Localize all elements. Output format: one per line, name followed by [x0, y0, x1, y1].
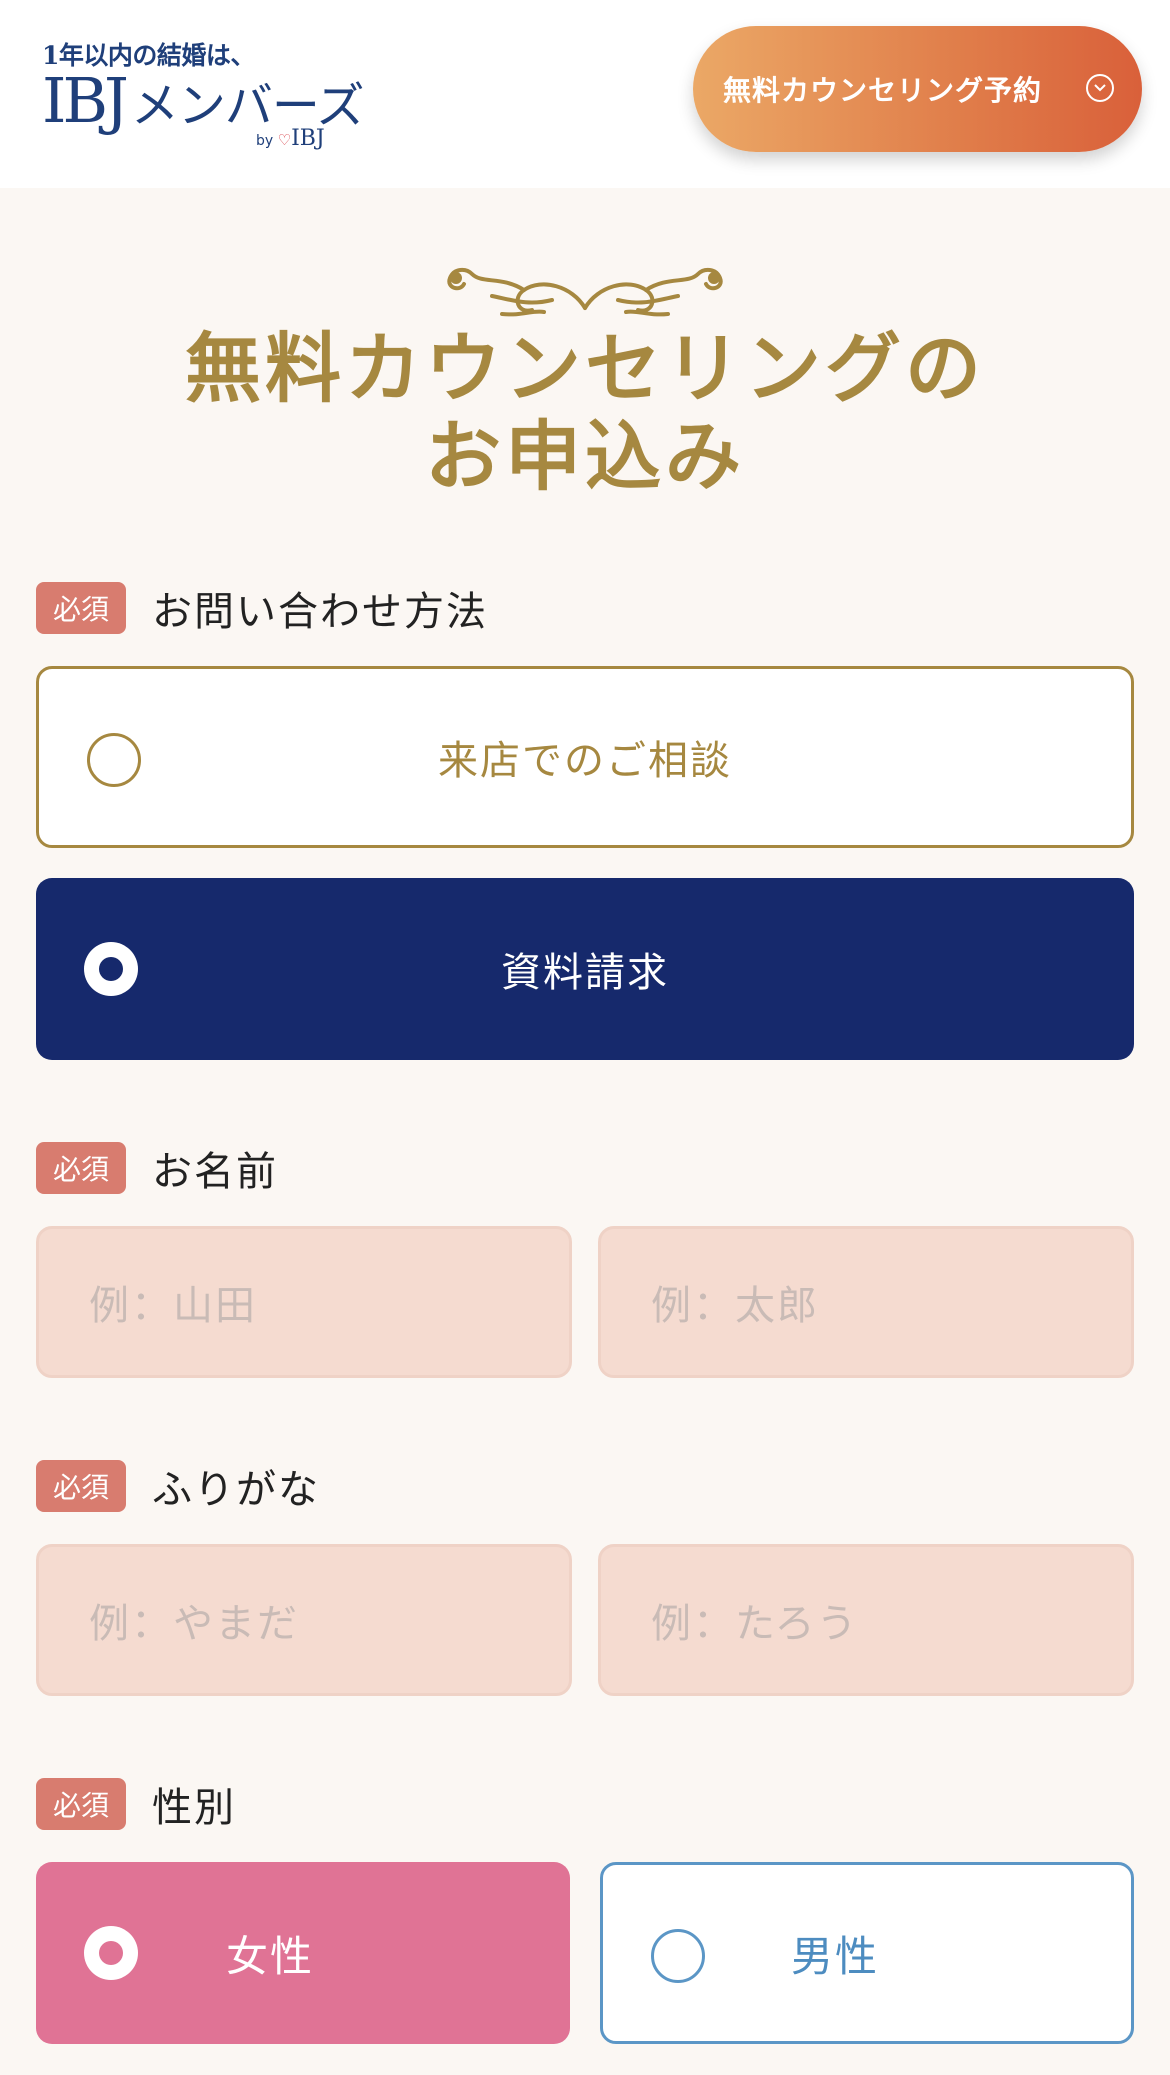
radio-selected[interactable] — [84, 1926, 138, 1980]
page-title: 無料カウンセリングの お申込み — [0, 325, 1170, 501]
gender-label: 必須 性別 — [36, 1778, 236, 1831]
site-header: 1年以内の結婚は、 IBJ メンバーズ by ♡IBJ 無料カウンセリング予約 — [0, 0, 1170, 188]
page-title-line1: 無料カウンセリングの — [185, 324, 985, 413]
free-counseling-reservation-button[interactable]: 無料カウンセリング予約 — [693, 26, 1142, 152]
furigana-text: ふりがな — [152, 1467, 320, 1513]
gender-male-label: 男性 — [791, 1931, 880, 1981]
page-title-line2: お申込み — [425, 412, 745, 501]
ibj-members-logo[interactable]: 1年以内の結婚は、 IBJ メンバーズ by ♡IBJ — [42, 30, 365, 160]
gender-female-label: 女性 — [226, 1931, 315, 1981]
last-name-kana-placeholder: 例：やまだ — [89, 1601, 299, 1647]
radio-unselected[interactable] — [87, 733, 141, 787]
required-badge: 必須 — [36, 1778, 126, 1830]
first-name-input[interactable]: 例：太郎 — [598, 1226, 1134, 1378]
required-badge: 必須 — [36, 1460, 126, 1512]
chevron-down-circle-icon — [1086, 74, 1114, 102]
option-store-consultation[interactable]: 来店でのご相談 — [36, 666, 1134, 848]
name-label: 必須 お名前 — [36, 1142, 278, 1195]
option-store-consultation-label: 来店でのご相談 — [438, 738, 732, 784]
required-badge: 必須 — [36, 582, 126, 634]
first-name-kana-placeholder: 例：たろう — [651, 1601, 859, 1647]
gender-option-female[interactable]: 女性 — [36, 1862, 570, 2044]
required-badge: 必須 — [36, 1142, 126, 1194]
contact-method-label: 必須 お問い合わせ方法 — [36, 582, 488, 635]
radio-unselected[interactable] — [651, 1929, 705, 1983]
heart-icon: ♡ — [277, 131, 292, 149]
logo-brand: IBJ — [42, 64, 129, 137]
cta-label: 無料カウンセリング予約 — [723, 74, 1043, 107]
furigana-label: 必須 ふりがな — [36, 1460, 320, 1513]
last-name-input[interactable]: 例：山田 — [36, 1226, 572, 1378]
logo-by-brand: IBJ — [291, 126, 325, 151]
first-name-placeholder: 例：太郎 — [651, 1283, 819, 1329]
radio-selected[interactable] — [84, 942, 138, 996]
name-text: お名前 — [152, 1149, 278, 1195]
gender-text: 性別 — [152, 1785, 236, 1831]
gender-option-male[interactable]: 男性 — [600, 1862, 1134, 2044]
option-document-request-label: 資料請求 — [501, 950, 669, 996]
last-name-placeholder: 例：山田 — [89, 1283, 257, 1329]
ornament-flourish-icon — [447, 267, 723, 317]
logo-by-text: by — [256, 133, 274, 149]
option-document-request[interactable]: 資料請求 — [36, 878, 1134, 1060]
last-name-kana-input[interactable]: 例：やまだ — [36, 1544, 572, 1696]
logo-by-ibj: by ♡IBJ — [256, 126, 325, 151]
logo-members: メンバーズ — [130, 78, 365, 134]
contact-method-text: お問い合わせ方法 — [152, 589, 488, 635]
first-name-kana-input[interactable]: 例：たろう — [598, 1544, 1134, 1696]
